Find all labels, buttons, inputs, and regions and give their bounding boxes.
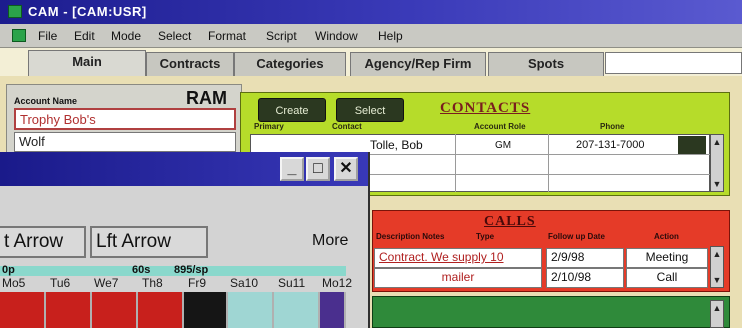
call-date-cell[interactable]: 2/10/98 bbox=[546, 268, 624, 288]
right-arrow-button[interactable]: t Arrow bbox=[0, 226, 86, 258]
minimize-button[interactable]: _ bbox=[280, 157, 304, 181]
tab-agency-rep-firm[interactable]: Agency/Rep Firm bbox=[350, 52, 486, 76]
row-marker bbox=[678, 136, 706, 154]
schedule-header-bar bbox=[0, 266, 346, 276]
col-header-description: Description Notes bbox=[376, 232, 445, 241]
day-label: We7 bbox=[94, 276, 119, 290]
contact-phone-cell[interactable]: 207-131-7000 bbox=[576, 139, 645, 151]
day-label: Sa10 bbox=[230, 276, 259, 290]
account-name-field[interactable]: Trophy Bob's bbox=[14, 108, 236, 130]
call-description-cell[interactable]: mailer bbox=[374, 268, 542, 288]
window-title: CAM - [CAM:USR] bbox=[28, 4, 147, 19]
schedule-label: 0p bbox=[2, 264, 15, 276]
account-name-label: Account Name bbox=[14, 96, 78, 106]
menu-help[interactable]: Help bbox=[378, 29, 403, 43]
maximize-button[interactable]: □ bbox=[306, 157, 330, 181]
tab-contracts[interactable]: Contracts bbox=[146, 52, 234, 76]
contacts-scrollbar[interactable]: ▲ ▼ bbox=[710, 134, 724, 192]
grid-divider bbox=[548, 134, 549, 192]
col-header-follow-up-date: Follow up Date bbox=[548, 232, 605, 241]
left-arrow-button[interactable]: Lft Arrow bbox=[90, 226, 208, 258]
scroll-up-icon[interactable]: ▲ bbox=[712, 249, 722, 259]
menu-format[interactable]: Format bbox=[208, 29, 246, 43]
call-action-cell[interactable]: Meeting bbox=[626, 248, 708, 268]
day-label: Fr9 bbox=[188, 276, 206, 290]
schedule-label: 895/sp bbox=[174, 264, 209, 276]
day-label: Th8 bbox=[142, 276, 163, 290]
day-cell[interactable] bbox=[0, 292, 46, 328]
call-date-cell[interactable]: 2/9/98 bbox=[546, 248, 624, 268]
menu-script[interactable]: Script bbox=[266, 29, 297, 43]
menu-edit[interactable]: Edit bbox=[74, 29, 95, 43]
day-cell[interactable] bbox=[138, 292, 184, 328]
day-cell[interactable] bbox=[228, 292, 274, 328]
day-label: Tu6 bbox=[50, 276, 71, 290]
col-header-type: Type bbox=[476, 232, 495, 241]
menu-select[interactable]: Select bbox=[158, 29, 191, 43]
col-header-phone: Phone bbox=[600, 122, 625, 131]
scroll-up-icon[interactable]: ▲ bbox=[712, 303, 722, 313]
day-label: Mo12 bbox=[322, 276, 353, 290]
next-panel bbox=[372, 296, 730, 328]
menu-file[interactable]: File bbox=[38, 29, 57, 43]
tab-categories[interactable]: Categories bbox=[234, 52, 346, 76]
title-bar: CAM - [CAM:USR] bbox=[0, 0, 742, 24]
next-panel-scrollbar[interactable]: ▲ bbox=[710, 300, 724, 328]
menu-mode[interactable]: Mode bbox=[111, 29, 141, 43]
ram-label: RAM bbox=[186, 88, 227, 108]
day-label: Mo5 bbox=[2, 276, 26, 290]
menu-window[interactable]: Window bbox=[315, 29, 358, 43]
calls-scrollbar[interactable]: ▲ ▼ bbox=[710, 246, 724, 288]
more-link[interactable]: More bbox=[312, 232, 348, 250]
day-label: Su11 bbox=[278, 276, 306, 290]
schedule-label: 60s bbox=[132, 264, 151, 276]
account-list-item[interactable]: Wolf bbox=[14, 132, 236, 152]
call-description-cell[interactable]: Contract. We supply 10 bbox=[374, 248, 542, 268]
document-icon[interactable] bbox=[12, 29, 26, 42]
day-cell[interactable] bbox=[92, 292, 138, 328]
scroll-down-icon[interactable]: ▼ bbox=[712, 275, 722, 285]
menu-bar: File Edit Mode Select Format Script Wind… bbox=[0, 24, 742, 48]
day-cell[interactable] bbox=[320, 292, 346, 328]
day-cell[interactable] bbox=[184, 292, 228, 328]
create-button[interactable]: Create bbox=[258, 98, 326, 122]
contact-role-cell[interactable]: GM bbox=[495, 140, 511, 151]
col-header-action: Action bbox=[654, 232, 679, 241]
contact-name-cell[interactable]: Tolle, Bob bbox=[370, 138, 423, 152]
scroll-up-icon[interactable]: ▲ bbox=[712, 137, 722, 147]
day-cell[interactable] bbox=[274, 292, 320, 328]
contacts-title: CONTACTS bbox=[440, 100, 531, 116]
calls-title: CALLS bbox=[484, 214, 536, 229]
col-header-account-role: Account Role bbox=[474, 122, 526, 131]
col-header-contact: Contact bbox=[332, 122, 362, 131]
scroll-down-icon[interactable]: ▼ bbox=[712, 179, 722, 189]
tab-main[interactable]: Main bbox=[28, 50, 146, 76]
day-cell[interactable] bbox=[46, 292, 92, 328]
select-button[interactable]: Select bbox=[336, 98, 404, 122]
close-button[interactable]: ✕ bbox=[334, 157, 358, 181]
call-action-cell[interactable]: Call bbox=[626, 268, 708, 288]
col-header-primary: Primary bbox=[254, 122, 284, 131]
tab-strip-fill bbox=[605, 52, 742, 74]
tab-spots[interactable]: Spots bbox=[488, 52, 604, 76]
app-icon bbox=[8, 5, 22, 18]
grid-divider bbox=[455, 134, 456, 192]
